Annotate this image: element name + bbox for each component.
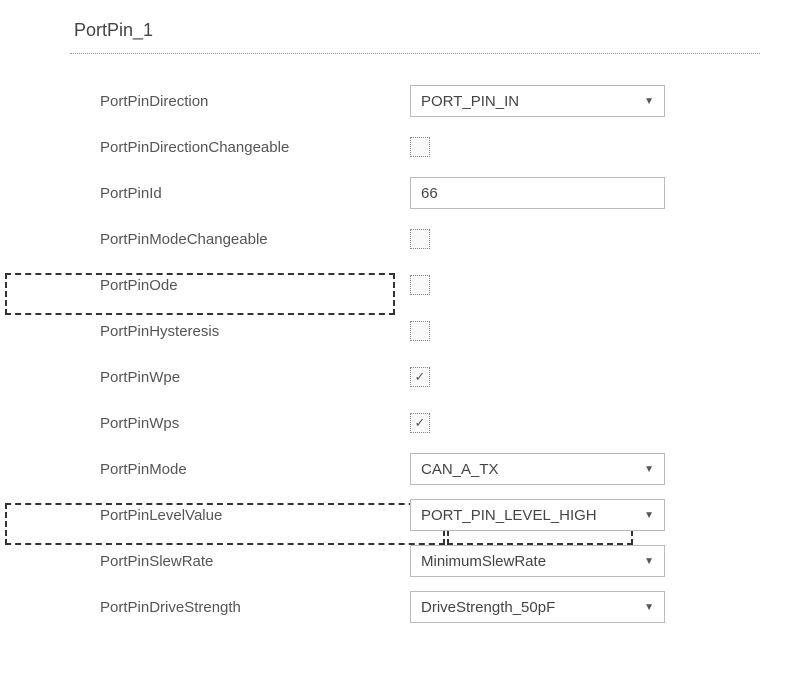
checkbox-portpinhysteresis[interactable] (410, 321, 430, 341)
checkbox-portpinode[interactable] (410, 275, 430, 295)
row-portpinmodechangeable: PortPinModeChangeable (70, 216, 760, 262)
label-portpinwps: PortPinWps (100, 415, 179, 432)
dropdown-value: CAN_A_TX (421, 461, 499, 478)
row-portpinwpe: PortPinWpe ✓ (70, 354, 760, 400)
label-portpinhysteresis: PortPinHysteresis (100, 323, 219, 340)
label-portpindrivestrength: PortPinDriveStrength (100, 599, 241, 616)
row-portpinhysteresis: PortPinHysteresis (70, 308, 760, 354)
properties-form: PortPinDirection PORT_PIN_IN ▼ PortPinDi… (70, 78, 760, 630)
label-portpindirection: PortPinDirection (100, 93, 208, 110)
dropdown-value: MinimumSlewRate (421, 553, 546, 570)
dropdown-portpinmode[interactable]: CAN_A_TX ▼ (410, 453, 665, 485)
row-portpindrivestrength: PortPinDriveStrength DriveStrength_50pF … (70, 584, 760, 630)
input-portpinid[interactable] (410, 177, 665, 209)
row-portpinid: PortPinId (70, 170, 760, 216)
label-portpinlevelvalue: PortPinLevelValue (100, 507, 222, 524)
row-portpindirection: PortPinDirection PORT_PIN_IN ▼ (70, 78, 760, 124)
chevron-down-icon: ▼ (644, 556, 654, 567)
dropdown-portpinslewrate[interactable]: MinimumSlewRate ▼ (410, 545, 665, 577)
row-portpindirectionchangeable: PortPinDirectionChangeable (70, 124, 760, 170)
row-portpinwps: PortPinWps ✓ (70, 400, 760, 446)
label-portpinslewrate: PortPinSlewRate (100, 553, 213, 570)
dropdown-portpinlevelvalue[interactable]: PORT_PIN_LEVEL_HIGH ▼ (410, 499, 665, 531)
label-portpinwpe: PortPinWpe (100, 369, 180, 386)
row-portpinmode: PortPinMode CAN_A_TX ▼ (70, 446, 760, 492)
label-portpinmode: PortPinMode (100, 461, 187, 478)
chevron-down-icon: ▼ (644, 510, 654, 521)
label-portpinmodechangeable: PortPinModeChangeable (100, 231, 268, 248)
label-portpindirectionchangeable: PortPinDirectionChangeable (100, 139, 289, 156)
chevron-down-icon: ▼ (644, 464, 654, 475)
dropdown-value: PORT_PIN_LEVEL_HIGH (421, 507, 597, 524)
row-portpinode: PortPinOde (70, 262, 760, 308)
dropdown-value: DriveStrength_50pF (421, 599, 555, 616)
label-portpinid: PortPinId (100, 185, 162, 202)
dropdown-portpindrivestrength[interactable]: DriveStrength_50pF ▼ (410, 591, 665, 623)
chevron-down-icon: ▼ (644, 96, 654, 107)
checkbox-portpinmodechangeable[interactable] (410, 229, 430, 249)
dropdown-value: PORT_PIN_IN (421, 93, 519, 110)
title-divider (70, 53, 760, 54)
dropdown-portpindirection[interactable]: PORT_PIN_IN ▼ (410, 85, 665, 117)
row-portpinslewrate: PortPinSlewRate MinimumSlewRate ▼ (70, 538, 760, 584)
checkbox-portpinwpe[interactable]: ✓ (410, 367, 430, 387)
label-portpinode: PortPinOde (100, 277, 178, 294)
chevron-down-icon: ▼ (644, 602, 654, 613)
page-title: PortPin_1 (74, 20, 760, 41)
row-portpinlevelvalue: PortPinLevelValue PORT_PIN_LEVEL_HIGH ▼ (70, 492, 760, 538)
checkbox-portpindirectionchangeable[interactable] (410, 137, 430, 157)
checkbox-portpinwps[interactable]: ✓ (410, 413, 430, 433)
